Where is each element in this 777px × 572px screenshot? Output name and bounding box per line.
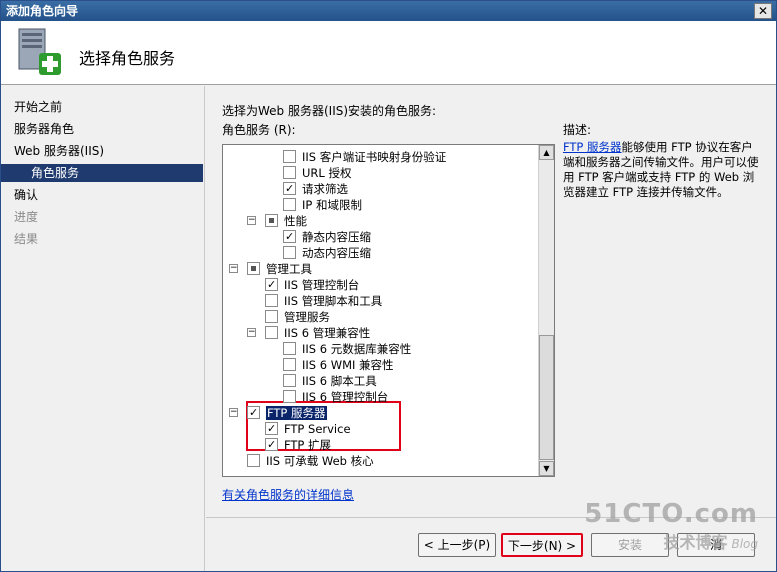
tree-row-label: IIS 管理脚本和工具 xyxy=(284,294,383,308)
server-add-icon xyxy=(18,28,61,75)
tree-checkbox[interactable] xyxy=(283,150,296,163)
tree-checkbox[interactable] xyxy=(265,438,278,451)
tree-row-label: IIS 6 管理兼容性 xyxy=(284,326,371,340)
tree-row[interactable]: 动态内容压缩 xyxy=(283,245,371,261)
tree-row[interactable]: 性能 xyxy=(265,213,307,229)
description-text: FTP 服务器能够使用 FTP 协议在客户端和服务器之间传输文件。用户可以使用 … xyxy=(563,140,763,200)
tree-row[interactable]: 静态内容压缩 xyxy=(283,229,371,245)
tree-checkbox[interactable] xyxy=(265,278,278,291)
role-services-tree[interactable]: ▲ ▼ IIS 客户端证书映射身份验证 URL 授权请求筛选 IP 和域限制 − 性能静… xyxy=(222,144,555,477)
tree-row-label: 管理服务 xyxy=(284,310,330,324)
tree-checkbox[interactable] xyxy=(283,182,296,195)
tree-row-label: 管理工具 xyxy=(266,262,312,276)
watermark-site: 51CTO.com xyxy=(584,499,758,529)
tree-row[interactable]: IIS 可承载 Web 核心 xyxy=(247,453,374,469)
tree-checkbox[interactable] xyxy=(265,214,278,227)
add-roles-wizard-window: 添加角色向导 ✕ 选择角色服务 开始之前服务器角色 Web 服务器(IIS) 角色服… xyxy=(0,0,777,572)
tree-checkbox[interactable] xyxy=(247,454,260,467)
tree-row[interactable]: IIS 6 脚本工具 xyxy=(283,373,377,389)
tree-expander-icon[interactable]: − xyxy=(229,264,238,273)
window-title: 添加角色向导 xyxy=(6,4,79,18)
nav-step-item: 结果 xyxy=(14,232,39,246)
nav-step-item: 进度 xyxy=(14,210,39,224)
scroll-up-button[interactable]: ▲ xyxy=(539,145,554,160)
tree-row[interactable]: IIS 6 管理控制台 xyxy=(283,389,388,405)
page-title: 选择角色服务 xyxy=(79,49,176,68)
scroll-thumb[interactable] xyxy=(539,335,554,460)
nav-step-item[interactable]: 角色服务 xyxy=(1,164,203,182)
tree-row[interactable]: IP 和域限制 xyxy=(283,197,362,213)
tree-row[interactable]: IIS 管理脚本和工具 xyxy=(265,293,382,309)
tree-row[interactable]: IIS 6 WMI 兼容性 xyxy=(283,357,394,373)
tree-checkbox[interactable] xyxy=(247,262,260,275)
tree-row[interactable]: IIS 6 管理兼容性 xyxy=(265,325,370,341)
tree-checkbox[interactable] xyxy=(265,326,278,339)
tree-row[interactable]: IIS 客户端证书映射身份验证 xyxy=(283,149,446,165)
tree-checkbox[interactable] xyxy=(247,406,260,419)
nav-step-item[interactable]: 开始之前 xyxy=(14,98,62,116)
watermark-blog-en: Blog xyxy=(731,537,758,551)
previous-button[interactable]: < 上一步(P) xyxy=(418,533,496,557)
tree-checkbox[interactable] xyxy=(283,166,296,179)
tree-row[interactable]: IIS 6 元数据库兼容性 xyxy=(283,341,411,357)
wizard-steps-nav: 开始之前服务器角色 Web 服务器(IIS) 角色服务确认进度结果 xyxy=(1,86,205,571)
next-button[interactable]: 下一步(N) > xyxy=(501,533,583,557)
tree-checkbox[interactable] xyxy=(283,230,296,243)
tree-row[interactable]: IIS 管理控制台 xyxy=(265,277,359,293)
tree-row-label: 静态内容压缩 xyxy=(302,230,371,244)
tree-checkbox[interactable] xyxy=(283,374,296,387)
tree-row[interactable]: 请求筛选 xyxy=(283,181,348,197)
title-bar: 添加角色向导 ✕ xyxy=(1,1,776,21)
tree-row-label: 请求筛选 xyxy=(302,182,348,196)
tree-row-label: IIS 客户端证书映射身份验证 xyxy=(302,150,447,164)
tree-checkbox[interactable] xyxy=(283,390,296,403)
nav-step-item[interactable]: 服务器角色 xyxy=(14,120,74,138)
watermark-blog-cn: 技术博客 xyxy=(663,533,728,552)
tree-row-label: IIS 可承载 Web 核心 xyxy=(266,454,374,468)
tree-row[interactable]: URL 授权 xyxy=(283,165,351,181)
tree-checkbox[interactable] xyxy=(265,422,278,435)
tree-checkbox[interactable] xyxy=(283,358,296,371)
tree-row-label: IIS 6 管理控制台 xyxy=(302,390,389,404)
tree-expander-icon[interactable]: − xyxy=(247,328,256,337)
tree-row-label: IIS 管理控制台 xyxy=(284,278,360,292)
tree-checkbox[interactable] xyxy=(283,246,296,259)
description-ftp-link[interactable]: FTP 服务器 xyxy=(563,140,622,154)
tree-row-label: 动态内容压缩 xyxy=(302,246,371,260)
wizard-header: 选择角色服务 xyxy=(1,21,776,85)
tree-row-label: URL 授权 xyxy=(302,166,352,180)
tree-row-label: 性能 xyxy=(284,214,307,228)
tree-row-label: IIS 6 元数据库兼容性 xyxy=(302,342,412,356)
tree-scrollbar[interactable]: ▲ ▼ xyxy=(538,145,554,476)
tree-row[interactable]: FTP 扩展 xyxy=(265,437,331,453)
tree-checkbox[interactable] xyxy=(283,342,296,355)
nav-step-item[interactable]: Web 服务器(IIS) xyxy=(14,142,104,160)
tree-row[interactable]: 管理工具 xyxy=(247,261,312,277)
tree-row-label: FTP 服务器 xyxy=(266,406,327,420)
tree-row-label: IIS 6 WMI 兼容性 xyxy=(302,358,394,372)
description-label: 描述: xyxy=(563,123,592,137)
tree-expander-icon[interactable]: − xyxy=(247,216,256,225)
watermark: 51CTO.com 技术博客 Blog xyxy=(584,499,758,553)
tree-checkbox[interactable] xyxy=(265,294,278,307)
nav-step-item[interactable]: 确认 xyxy=(14,186,38,204)
tree-checkbox[interactable] xyxy=(283,198,296,211)
instruction-text: 选择为Web 服务器(IIS)安装的角色服务: xyxy=(222,104,437,118)
scroll-down-button[interactable]: ▼ xyxy=(539,461,554,476)
more-info-link[interactable]: 有关角色服务的详细信息 xyxy=(222,486,354,503)
tree-row-label: FTP 扩展 xyxy=(284,438,332,452)
close-button[interactable]: ✕ xyxy=(754,3,772,19)
tree-checkbox[interactable] xyxy=(265,310,278,323)
role-services-label: 角色服务 (R): xyxy=(222,123,296,137)
tree-row-label: FTP Service xyxy=(284,422,351,436)
role-services-panel: 选择为Web 服务器(IIS)安装的角色服务: 角色服务 (R): ▲ ▼ II… xyxy=(206,86,776,516)
tree-row[interactable]: 管理服务 xyxy=(265,309,330,325)
tree-row[interactable]: FTP 服务器 xyxy=(247,405,327,421)
tree-row-label: IIS 6 脚本工具 xyxy=(302,374,377,388)
tree-row-label: IP 和域限制 xyxy=(302,198,362,212)
tree-row[interactable]: FTP Service xyxy=(265,421,351,437)
tree-expander-icon[interactable]: − xyxy=(229,408,238,417)
